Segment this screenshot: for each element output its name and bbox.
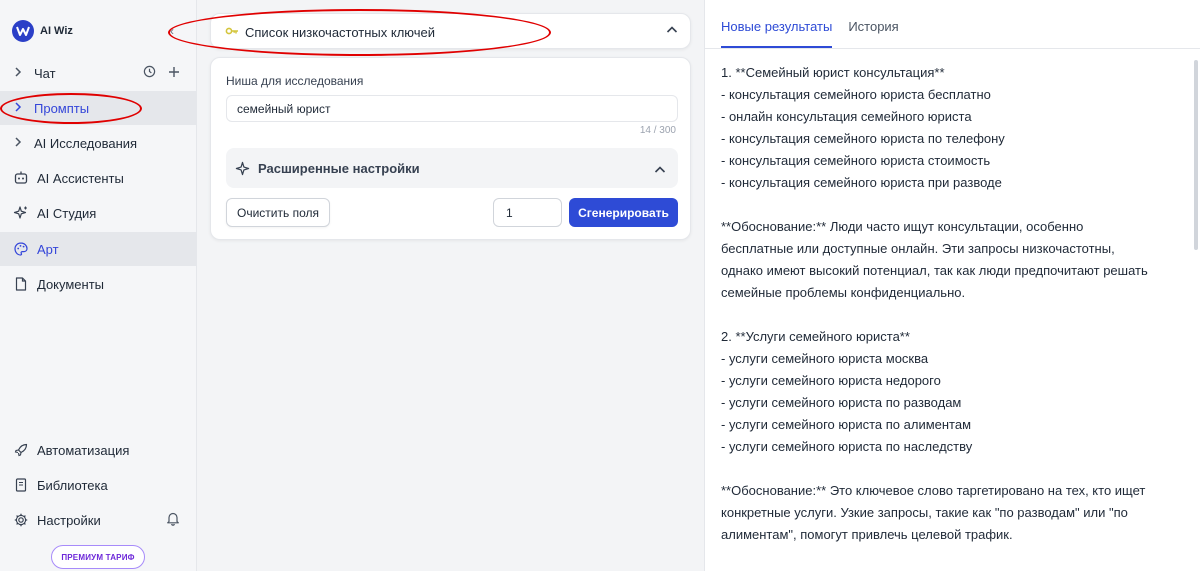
sparkles-icon [12,205,30,221]
tabs-divider [705,48,1200,49]
sidebar-item-prompts[interactable]: Промпты [0,91,196,125]
tab-history[interactable]: История [848,0,898,48]
result-line: - консультация семейного юриста бесплатн… [721,87,991,102]
sidebar-item-label: Арт [37,241,59,257]
advanced-settings-toggle[interactable]: Расширенные настройки [226,148,678,188]
result-line: 1. **Семейный юрист консультация** [721,65,945,80]
prompt-header-card[interactable]: Список низкочастотных ключей [210,13,691,49]
result-line: алиментам", помогут привлечь целевой тра… [721,527,1013,542]
niche-input[interactable]: семейный юрист [226,95,678,122]
notification-bell-icon[interactable] [166,511,180,529]
chevron-right-icon [14,101,26,115]
result-line: - услуги семейного юриста недорого [721,373,941,388]
result-line: - услуги семейного юриста по разводам [721,395,962,410]
sidebar-item-settings[interactable]: Настройки [0,503,196,537]
result-line: однако имеют высокий потенциал, так как … [721,263,1148,278]
history-clock-icon[interactable] [143,65,156,81]
result-line: конкретные услуги. Узкие запросы, такие … [721,505,1128,520]
result-count-input[interactable]: 1 [493,198,562,227]
gear-icon [12,512,30,528]
result-line: - консультация семейного юриста при разв… [721,175,1002,190]
sidebar-item-label: AI Студия [37,205,97,221]
tab-new-results[interactable]: Новые результаты [721,0,833,48]
new-chat-plus-icon[interactable] [168,66,180,81]
result-line: семейные проблемы конфиденциально. [721,285,966,300]
result-line: - консультация семейного юриста по телеф… [721,131,1005,146]
generate-button[interactable]: Сгенерировать [569,198,678,227]
logo-text: AI Wiz [40,25,73,37]
sparkle-icon [235,161,250,176]
palette-icon [12,241,30,257]
sidebar-item-label: Промпты [34,100,90,116]
key-icon [225,24,239,42]
sidebar: AI Wiz ‹ Чат Промпты AI Исследования AI … [0,0,197,571]
result-line: - онлайн консультация семейного юриста [721,109,972,124]
advanced-settings-label: Расширенные настройки [258,160,420,176]
result-line: - услуги семейного юриста москва [721,351,929,366]
result-blank-line [721,458,1191,480]
result-text: 1. **Семейный юрист консультация** - конс… [721,62,1191,546]
sidebar-item-label: Автоматизация [37,442,130,458]
results-panel: Новые результаты История 1. **Семейный ю… [704,0,1200,571]
sidebar-item-label: Библиотека [37,477,108,493]
rocket-icon [12,442,30,458]
niche-field-label: Ниша для исследования [226,74,364,88]
sidebar-item-label: Чат [34,65,56,81]
chevron-right-icon [14,66,26,80]
result-line: бесплатные или доступные онлайн. Эти зап… [721,241,1115,256]
logo[interactable]: AI Wiz [12,20,73,42]
collapse-sidebar-icon[interactable]: ‹ [170,24,174,38]
premium-plan-button[interactable]: ПРЕМИУМ ТАРИФ [51,545,145,569]
chevron-up-icon[interactable] [666,23,678,38]
chevron-up-icon [654,162,666,180]
result-line: 2. **Услуги семейного юриста** [721,329,910,344]
sidebar-item-ai-studio[interactable]: AI Студия [0,196,196,230]
sidebar-item-ai-research[interactable]: AI Исследования [0,126,196,160]
sidebar-item-art[interactable]: Арт [0,232,196,266]
result-blank-line [721,194,1191,216]
result-line: **Обоснование:** Люди часто ищут консуль… [721,219,1084,234]
sidebar-item-chat[interactable]: Чат [0,56,196,90]
sidebar-item-label: Документы [37,276,105,292]
result-blank-line [721,304,1191,326]
result-line: - услуги семейного юриста по наследству [721,439,973,454]
robot-icon [12,170,30,186]
results-tabs: Новые результаты История [721,0,915,48]
sidebar-item-ai-assistants[interactable]: AI Ассистенты [0,161,196,195]
clear-fields-button[interactable]: Очистить поля [226,198,330,227]
prompt-title: Список низкочастотных ключей [245,25,436,40]
sidebar-item-label: AI Исследования [34,135,138,151]
result-line: - консультация семейного юриста стоимост… [721,153,991,168]
prompt-form-card: Ниша для исследования семейный юрист 14 … [210,57,691,240]
sidebar-item-label: AI Ассистенты [37,170,124,186]
sidebar-item-documents[interactable]: Документы [0,267,196,301]
sidebar-item-library[interactable]: Библиотека [0,468,196,502]
result-line: - услуги семейного юриста по алиментам [721,417,972,432]
chevron-right-icon [14,136,26,150]
book-icon [12,477,30,493]
sidebar-item-automation[interactable]: Автоматизация [0,433,196,467]
character-counter: 14 / 300 [639,125,676,136]
results-scrollbar[interactable] [1194,60,1198,250]
sidebar-item-label: Настройки [37,512,101,528]
logo-mark-icon [12,20,34,42]
result-line: **Обоснование:** Это ключевое слово тарг… [721,483,1146,498]
document-icon [12,276,30,292]
